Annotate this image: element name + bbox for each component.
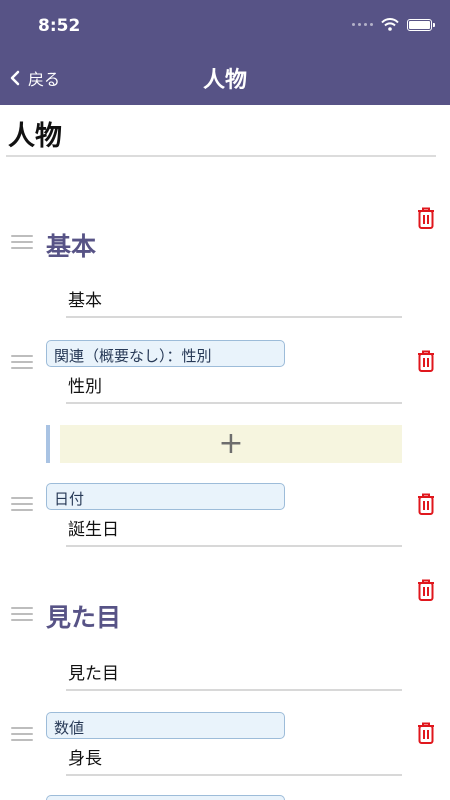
drag-handle-icon[interactable] [11,497,33,511]
section-name-field[interactable]: 見た目 [66,661,402,691]
trash-icon[interactable] [415,205,437,231]
item-type-badge[interactable]: 数値 [46,712,285,739]
navigation-bar: 戻る 人物 [0,52,450,105]
drag-handle-icon[interactable] [11,235,33,249]
item-type-badge-partial[interactable] [46,795,285,800]
page-title: 人物 [8,121,62,152]
drag-handle-icon[interactable] [11,727,33,741]
item-name-field[interactable]: 誕生日 [66,517,402,547]
title-divider [6,155,436,157]
section-title: 見た目 [46,603,122,632]
item-name-field[interactable]: 性別 [66,374,402,404]
section-name-value: 見た目 [68,664,119,684]
trash-icon[interactable] [415,348,437,374]
section-name-field[interactable]: 基本 [66,288,402,318]
item-type-badge[interactable]: 関連（概要なし）：性別 [46,340,285,367]
section-title: 基本 [46,232,97,261]
add-item-button[interactable]: + [60,425,402,463]
battery-icon [407,18,435,31]
insert-indicator [46,425,50,463]
trash-icon[interactable] [415,720,437,746]
add-button-label: + [218,426,244,461]
status-time: 8:52 [38,16,81,36]
drag-handle-icon[interactable] [11,607,33,621]
signal-icon [352,23,373,26]
item-type-badge[interactable]: 日付 [46,483,285,510]
trash-icon[interactable] [415,491,437,517]
item-name-value: 性別 [68,377,102,397]
item-name-value: 誕生日 [68,520,119,540]
status-bar: 8:52 [0,0,450,52]
nav-title: 人物 [202,68,247,93]
drag-handle-icon[interactable] [11,355,33,369]
status-icons [352,18,435,31]
item-name-value: 身長 [68,749,102,769]
section-name-value: 基本 [68,291,102,311]
trash-icon[interactable] [415,577,437,603]
item-name-field[interactable]: 身長 [66,746,402,776]
wifi-icon [381,18,399,31]
